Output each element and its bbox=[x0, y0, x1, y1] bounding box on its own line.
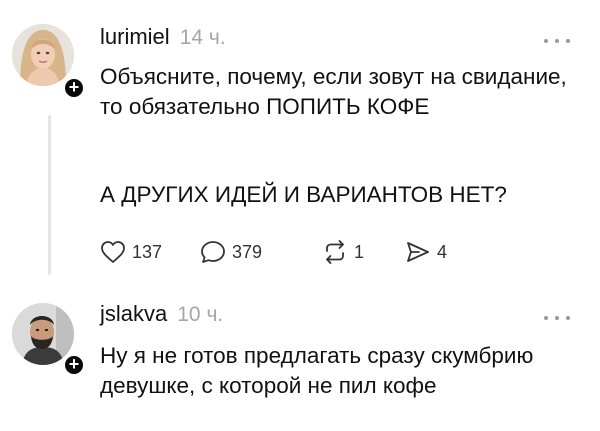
heart-icon bbox=[101, 241, 125, 263]
thread-line bbox=[48, 115, 51, 275]
post-header: jslakva 10 ч. bbox=[100, 301, 223, 327]
timestamp: 14 ч. bbox=[179, 26, 226, 49]
follow-plus-icon[interactable]: + bbox=[62, 76, 86, 100]
post-text: Ну я не готов предлагать сразу скумбрию … bbox=[100, 343, 534, 398]
follow-plus-icon[interactable]: + bbox=[62, 353, 86, 377]
post-header: lurimiel 14 ч. bbox=[100, 24, 226, 50]
username[interactable]: jslakva bbox=[100, 301, 167, 327]
share-icon bbox=[407, 242, 429, 262]
comment-button[interactable]: 379 bbox=[200, 240, 262, 264]
comment-count: 379 bbox=[232, 241, 263, 262]
like-button[interactable]: 137 bbox=[100, 240, 162, 264]
post-text: Объясните, почему, если зовут на свидани… bbox=[100, 64, 567, 119]
comment-icon bbox=[201, 241, 225, 263]
repost-count: 1 bbox=[354, 241, 365, 262]
post: + jslakva 10 ч. Ну я не готов предлагать… bbox=[0, 285, 600, 431]
post-text: А ДРУГИХ ИДЕЙ И ВАРИАНТОВ НЕТ? bbox=[100, 182, 507, 207]
repost-icon bbox=[326, 240, 344, 264]
more-icon[interactable] bbox=[544, 36, 570, 46]
avatar-woman-image bbox=[12, 24, 74, 86]
repost-button[interactable]: 1 bbox=[322, 240, 364, 264]
more-icon[interactable] bbox=[544, 313, 570, 323]
like-count: 137 bbox=[132, 241, 163, 262]
avatar[interactable] bbox=[12, 24, 74, 86]
share-button[interactable]: 4 bbox=[405, 240, 447, 264]
post: + lurimiel 14 ч. Объясните, почему, если… bbox=[0, 0, 600, 285]
share-count: 4 bbox=[437, 241, 448, 262]
username[interactable]: lurimiel bbox=[100, 24, 170, 50]
timestamp: 10 ч. bbox=[177, 303, 224, 326]
